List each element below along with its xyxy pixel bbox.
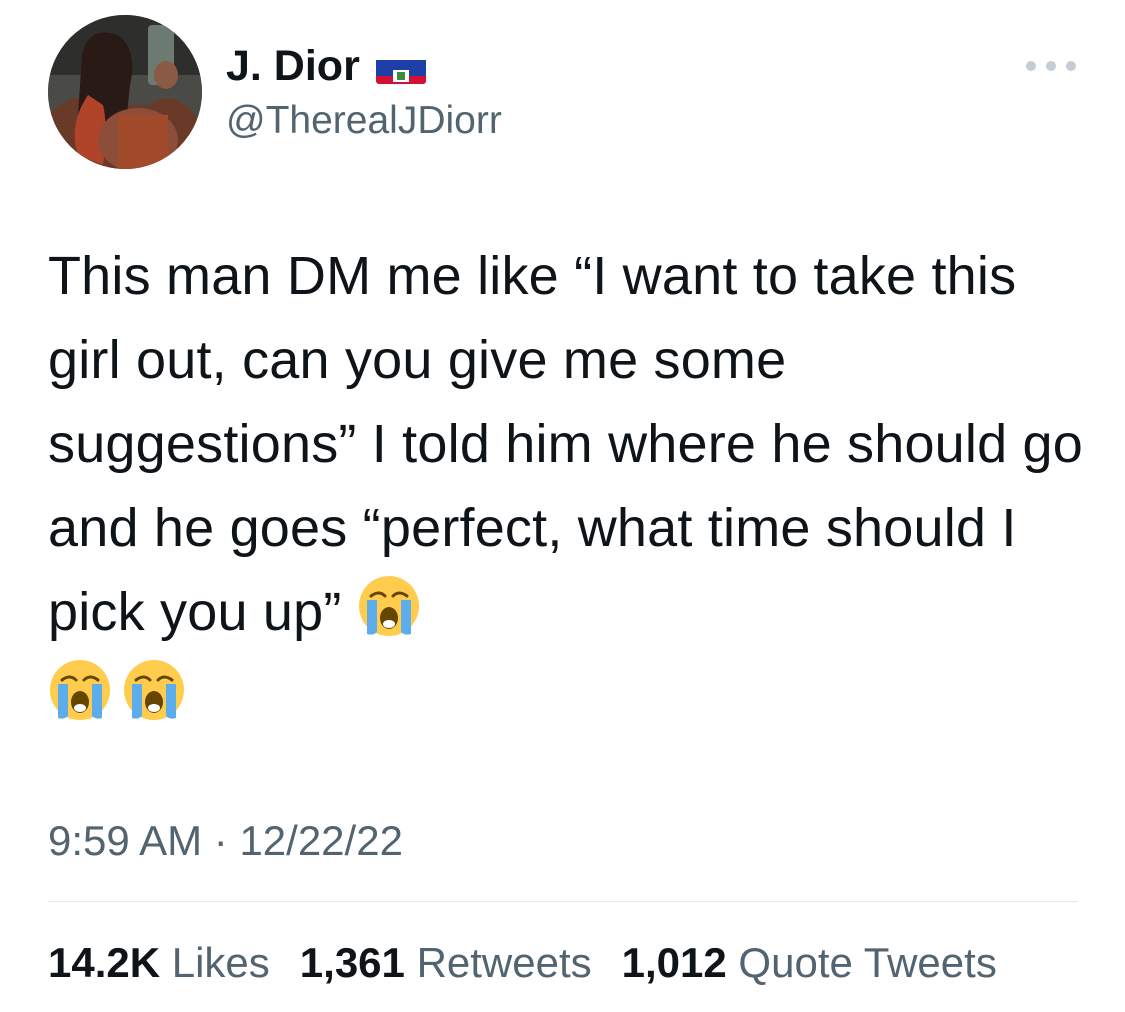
author-handle[interactable]: @TherealJDiorr [226, 97, 502, 145]
more-options-icon[interactable] [1026, 56, 1076, 76]
engagement-stats: 14.2K Likes 1,361 Retweets 1,012 Quote T… [48, 937, 1027, 989]
display-name[interactable]: J. Dior [226, 40, 360, 92]
tweet-text: This man DM me like “I want to take this… [48, 234, 1088, 738]
likes-stat[interactable]: 14.2K Likes [48, 937, 270, 989]
profile-photo [48, 15, 202, 169]
loudly-crying-face-emoji [358, 576, 419, 636]
timestamp-separator: · [202, 817, 240, 864]
tweet-date: 12/22/22 [239, 817, 403, 864]
tweet-time: 9:59 AM [48, 817, 203, 864]
likes-label: Likes [160, 939, 270, 986]
author-name-row[interactable]: J. Dior [226, 40, 426, 92]
dot [1046, 61, 1056, 71]
quote-tweets-label: Quote Tweets [726, 939, 997, 986]
retweets-label: Retweets [404, 939, 592, 986]
dot [1026, 61, 1036, 71]
tweet-body: This man DM me like “I want to take this… [48, 246, 1099, 642]
retweets-stat[interactable]: 1,361 Retweets [300, 937, 592, 989]
haiti-flag-icon [375, 52, 426, 84]
likes-count: 14.2K [48, 939, 161, 986]
tweet-timestamp[interactable]: 9:59 AM · 12/22/22 [48, 815, 403, 867]
dot [1066, 61, 1076, 71]
retweets-count: 1,361 [299, 939, 405, 986]
avatar[interactable] [48, 15, 202, 169]
loudly-crying-face-emoji [124, 660, 184, 720]
divider [48, 901, 1078, 902]
loudly-crying-face-emoji [50, 660, 110, 720]
quote-tweets-count: 1,012 [621, 939, 727, 986]
quote-tweets-stat[interactable]: 1,012 Quote Tweets [622, 937, 997, 989]
